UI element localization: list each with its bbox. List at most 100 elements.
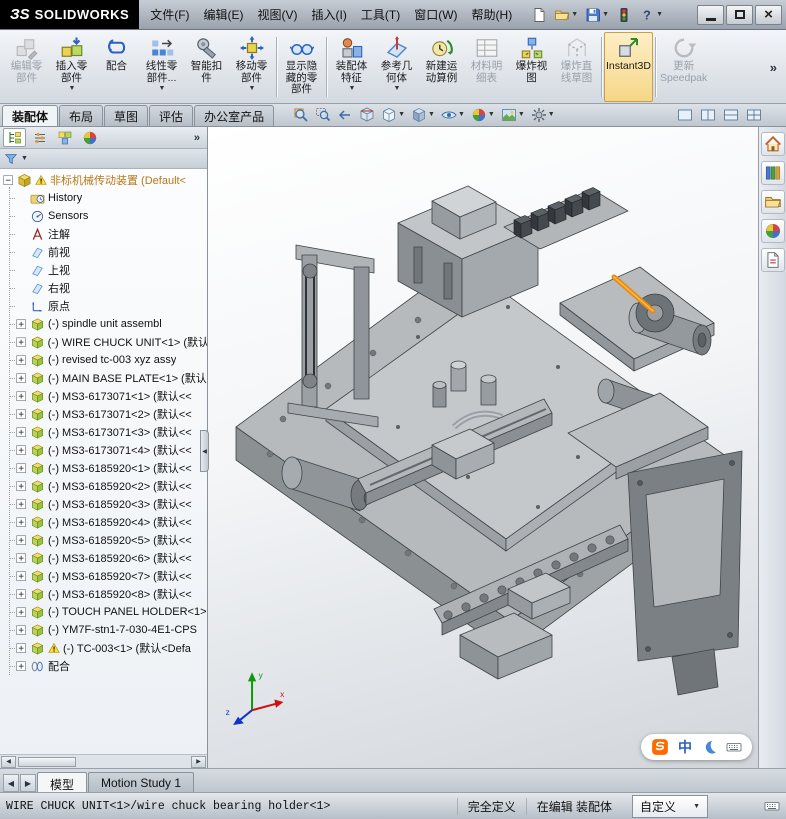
sogou-icon[interactable] <box>651 738 669 756</box>
headsup-hide-show-button[interactable]: ▼ <box>439 106 467 124</box>
expander-plus-icon[interactable] <box>16 480 27 492</box>
command-tab-evaluate[interactable]: 评估 <box>149 105 194 126</box>
ribbon-bom-button[interactable]: 材料明 细表 <box>464 32 509 102</box>
tab-scroll-left-icon[interactable]: ◀ <box>3 774 19 792</box>
expander-plus-icon[interactable] <box>16 390 27 402</box>
tree-item-ym7f-stn1[interactable]: (-) YM7F-stn1-7-030-4E1-CPS <box>0 621 207 639</box>
ribbon-mate-button[interactable]: 配合 <box>94 32 139 102</box>
tree-item-right-plane[interactable]: 右视 <box>0 279 207 297</box>
pane-split-h-button[interactable] <box>698 106 718 124</box>
expander-plus-icon[interactable] <box>16 426 27 438</box>
expander-plus-icon[interactable] <box>16 318 27 330</box>
sogou-ime-icon[interactable] <box>651 738 669 756</box>
command-tab-office-products[interactable]: 办公室产品 <box>194 105 275 126</box>
command-tab-assembly[interactable]: 装配体 <box>2 105 59 126</box>
tree-item-ms3-6185920-5[interactable]: (-) MS3-6185920<5> (默认<< <box>0 531 207 549</box>
tree-item-revised-tc-003-xyz-assy[interactable]: (-) revised tc-003 xyz assy <box>0 351 207 369</box>
ime-toolbar[interactable]: 中 <box>641 734 752 760</box>
expander-plus-icon[interactable] <box>16 462 27 474</box>
ribbon-insert-component-button[interactable]: 插入零 部件 ▼ <box>49 32 94 102</box>
expander-plus-icon[interactable] <box>16 372 27 384</box>
taskpane-custom-properties-button[interactable] <box>760 248 785 272</box>
expander-plus-icon[interactable] <box>16 642 27 654</box>
panel-tabs-overflow[interactable]: » <box>194 132 204 144</box>
expander-plus-icon[interactable] <box>16 354 27 366</box>
graphics-viewport[interactable]: y x z 中 <box>208 127 758 768</box>
menu-view[interactable]: 视图(V) <box>251 4 305 26</box>
expander-plus-icon[interactable] <box>16 552 27 564</box>
sheet-tab-motion-study-1[interactable]: Motion Study 1 <box>88 772 195 792</box>
ime-fullwidth-moon-icon[interactable] <box>701 739 717 755</box>
menu-edit[interactable]: 编辑(E) <box>197 4 251 26</box>
expander-plus-icon[interactable] <box>16 408 27 420</box>
property-manager-tab[interactable] <box>28 128 51 147</box>
menu-help[interactable]: 帮助(H) <box>465 4 520 26</box>
ribbon-motion-study-button[interactable]: 新建运 动算例 <box>419 32 464 102</box>
tree-item-history[interactable]: History <box>0 189 207 207</box>
tree-item-front-plane[interactable]: 前视 <box>0 243 207 261</box>
expander-plus-icon[interactable] <box>16 534 27 546</box>
headsup-view-settings-button[interactable]: ▼ <box>529 106 557 124</box>
ribbon-show-hidden-button[interactable]: 显示隐 藏的零 部件 <box>279 32 324 102</box>
headsup-edit-appearance-button[interactable]: ▼ <box>469 106 497 124</box>
expander-plus-icon[interactable] <box>16 336 27 348</box>
menu-insert[interactable]: 插入(I) <box>305 4 354 26</box>
headsup-section-view-button[interactable] <box>357 106 377 124</box>
tree-item-wire-chuck-unit-1[interactable]: (-) WIRE CHUCK UNIT<1> (默认 <box>0 333 207 351</box>
sheet-tab-model[interactable]: 模型 <box>37 772 88 792</box>
quick-rebuild-button[interactable] <box>614 6 634 24</box>
tree-horizontal-scrollbar[interactable]: ◀ ▶ <box>0 754 207 768</box>
keyboard-icon[interactable] <box>726 739 742 755</box>
ribbon-edit-component-button[interactable]: 编辑零 部件 <box>4 32 49 102</box>
display-manager-tab[interactable] <box>78 128 101 147</box>
pane-quad-button[interactable] <box>744 106 764 124</box>
statusbar-custom-dropdown[interactable]: 自定义 ▼ <box>632 794 708 818</box>
tree-item-ms3-6185920-7[interactable]: (-) MS3-6185920<7> (默认<< <box>0 567 207 585</box>
tree-item-ms3-6185920-2[interactable]: (-) MS3-6185920<2> (默认<< <box>0 477 207 495</box>
menu-tools[interactable]: 工具(T) <box>354 4 407 26</box>
tree-item-ms3-6185920-8[interactable]: (-) MS3-6185920<8> (默认<< <box>0 585 207 603</box>
tree-item-root[interactable]: 非标机械传动装置 (Default< <box>0 171 207 189</box>
ribbon-move-component-button[interactable]: 移动零 部件 ▼ <box>229 32 274 102</box>
tree-item-sensors[interactable]: Sensors <box>0 207 207 225</box>
tree-item-ms3-6185920-1[interactable]: (-) MS3-6185920<1> (默认<< <box>0 459 207 477</box>
tree-item-spindle-unit-assembly[interactable]: (-) spindle unit assembl <box>0 315 207 333</box>
dropdown-arrow-icon[interactable]: ▼ <box>21 155 28 162</box>
ime-chinese-mode-button[interactable]: 中 <box>678 737 692 757</box>
menu-file[interactable]: 文件(F) <box>143 4 196 26</box>
headsup-display-style-button[interactable]: ▼ <box>409 106 437 124</box>
maximize-button[interactable] <box>726 4 753 25</box>
ribbon-update-speedpak-button[interactable]: 更新 Speedpak <box>658 32 709 102</box>
ribbon-explode-line-sketch-button[interactable]: 爆炸直 线草图 <box>554 32 599 102</box>
expander-plus-icon[interactable] <box>16 570 27 582</box>
ribbon-exploded-view-button[interactable]: 爆炸视 图 <box>509 32 554 102</box>
headsup-previous-view-button[interactable] <box>335 106 355 124</box>
tree-item-top-plane[interactable]: 上视 <box>0 261 207 279</box>
tree-item-main-base-plate-1[interactable]: (-) MAIN BASE PLATE<1> (默认 <box>0 369 207 387</box>
ribbon-reference-geometry-button[interactable]: 参考几 何体 ▼ <box>374 32 419 102</box>
expander-minus-icon[interactable] <box>3 174 14 186</box>
headsup-zoom-area-button[interactable] <box>313 106 333 124</box>
ribbon-assembly-features-button[interactable]: 装配体 特征 ▼ <box>329 32 374 102</box>
scroll-left-icon[interactable]: ◀ <box>1 755 16 768</box>
panel-collapse-button[interactable]: ◀ <box>200 430 209 472</box>
tree-item-ms3-6173071-3[interactable]: (-) MS3-6173071<3> (默认<< <box>0 423 207 441</box>
taskpane-solidworks-resources-button[interactable] <box>760 132 785 156</box>
statusbar-keyboard-icon[interactable] <box>764 798 780 814</box>
headsup-apply-scene-button[interactable]: ▼ <box>499 106 527 124</box>
expander-plus-icon[interactable] <box>16 624 27 636</box>
scroll-right-icon[interactable]: ▶ <box>191 755 206 768</box>
tree-item-origin[interactable]: 原点 <box>0 297 207 315</box>
ime-keyboard-icon[interactable] <box>726 739 742 755</box>
tree-item-mates[interactable]: 配合 <box>0 657 207 675</box>
pane-single-button[interactable] <box>675 106 695 124</box>
tree-item-ms3-6173071-4[interactable]: (-) MS3-6173071<4> (默认<< <box>0 441 207 459</box>
tree-item-ms3-6185920-4[interactable]: (-) MS3-6185920<4> (默认<< <box>0 513 207 531</box>
command-tab-sketch[interactable]: 草图 <box>104 105 149 126</box>
tree-item-ms3-6185920-6[interactable]: (-) MS3-6185920<6> (默认<< <box>0 549 207 567</box>
expander-plus-icon[interactable] <box>16 588 27 600</box>
quick-help-button[interactable]: ? ▼ <box>637 6 665 24</box>
ribbon-smart-fasteners-button[interactable]: 智能扣 件 <box>184 32 229 102</box>
ribbon-overflow-button[interactable]: » <box>763 60 784 75</box>
tree-item-ms3-6173071-1[interactable]: (-) MS3-6173071<1> (默认<< <box>0 387 207 405</box>
